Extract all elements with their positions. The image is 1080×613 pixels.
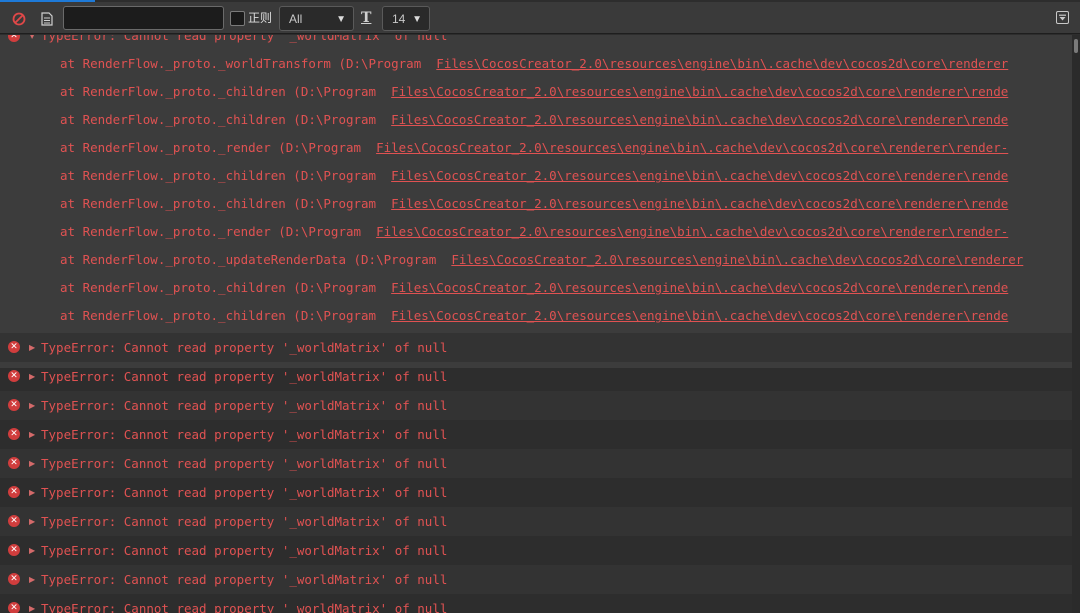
error-message: TypeError: Cannot read property '_worldM… — [41, 456, 448, 471]
search-input[interactable] — [63, 6, 224, 30]
caret-right-icon[interactable]: ▶ — [29, 449, 35, 478]
stack-frame-text: at RenderFlow._proto._children (D:\Progr… — [60, 308, 384, 323]
console-toolbar: 正则 All ▼ T 14 ▼ — [0, 2, 1080, 34]
stack-frame-link[interactable]: Files\CocosCreator_2.0\resources\engine\… — [391, 84, 1008, 99]
stack-frame-text: at RenderFlow._proto._render (D:\Program — [60, 140, 369, 155]
expanded-error-entry[interactable]: ✕ ▼ TypeError: Cannot read property '_wo… — [0, 35, 1072, 368]
error-message: TypeError: Cannot read property '_worldM… — [41, 427, 448, 442]
stack-frame: at RenderFlow._proto._worldTransform (D:… — [60, 50, 1008, 78]
error-icon: ✕ — [8, 544, 20, 556]
stack-frame-link[interactable]: Files\CocosCreator_2.0\resources\engine\… — [391, 112, 1008, 127]
stack-frame-link[interactable]: Files\CocosCreator_2.0\resources\engine\… — [376, 224, 1008, 239]
stack-frame-link[interactable]: Files\CocosCreator_2.0\resources\engine\… — [391, 308, 1008, 323]
stack-frame: at RenderFlow._proto._updateRenderData (… — [60, 246, 1023, 274]
error-icon: ✕ — [8, 457, 20, 469]
error-entry[interactable]: ✕ ▶ TypeError: Cannot read property '_worl… — [0, 449, 1072, 478]
stack-frame-link[interactable]: Files\CocosCreator_2.0\resources\engine\… — [391, 196, 1008, 211]
stack-frame: at RenderFlow._proto._render (D:\Program… — [60, 218, 1008, 246]
error-message: TypeError: Cannot read property '_worldM… — [41, 514, 448, 529]
error-message: TypeError: Cannot read property '_worldM… — [41, 369, 448, 384]
stack-frame: at RenderFlow._proto._children (D:\Progr… — [60, 274, 1008, 302]
stack-frame: at RenderFlow._proto._children (D:\Progr… — [60, 106, 1008, 134]
caret-right-icon[interactable]: ▶ — [29, 362, 35, 391]
caret-right-icon[interactable]: ▶ — [29, 391, 35, 420]
error-entry[interactable]: ✕ ▶ TypeError: Cannot read property '_worl… — [0, 594, 1072, 613]
stack-frame-text: at RenderFlow._proto._children (D:\Progr… — [60, 280, 384, 295]
caret-right-icon[interactable]: ▶ — [29, 420, 35, 449]
stack-frame-text: at RenderFlow._proto._children (D:\Progr… — [60, 168, 384, 183]
regex-label: 正则 — [248, 11, 273, 25]
stack-frame: at RenderFlow._proto._children (D:\Progr… — [60, 78, 1008, 106]
clear-icon[interactable] — [11, 11, 27, 27]
chevron-down-icon: ▼ — [336, 14, 346, 25]
log-level-select[interactable]: All ▼ — [279, 6, 354, 31]
stack-frame-text: at RenderFlow._proto._children (D:\Progr… — [60, 196, 384, 211]
stack-frame-text: at RenderFlow._proto._render (D:\Program — [60, 224, 369, 239]
error-message: TypeError: Cannot read property '_worldM… — [41, 485, 448, 500]
error-entry[interactable]: ✕ ▶ TypeError: Cannot read property '_worl… — [0, 420, 1072, 449]
error-icon: ✕ — [8, 515, 20, 527]
error-entry[interactable]: ✕ ▶ TypeError: Cannot read property '_worl… — [0, 565, 1072, 594]
error-entry[interactable]: ✕ ▶ TypeError: Cannot read property '_worl… — [0, 333, 1072, 362]
error-message: TypeError: Cannot read property '_worldM… — [41, 35, 448, 43]
error-entry[interactable]: ✕ ▶ TypeError: Cannot read property '_worl… — [0, 391, 1072, 420]
font-size-select[interactable]: 14 ▼ — [382, 6, 430, 31]
error-icon: ✕ — [8, 341, 20, 353]
error-icon: ✕ — [8, 370, 20, 382]
stack-frame-link[interactable]: Files\CocosCreator_2.0\resources\engine\… — [391, 280, 1008, 295]
font-icon[interactable]: T — [361, 10, 371, 26]
error-entry[interactable]: ✕ ▶ TypeError: Cannot read property '_worl… — [0, 536, 1072, 565]
stack-frame-link[interactable]: Files\CocosCreator_2.0\resources\engine\… — [376, 140, 1008, 155]
collapse-icon[interactable] — [1056, 11, 1069, 24]
caret-right-icon[interactable]: ▶ — [29, 565, 35, 594]
stack-frame-link[interactable]: Files\CocosCreator_2.0\resources\engine\… — [451, 252, 1023, 267]
caret-right-icon[interactable]: ▶ — [29, 333, 35, 362]
stack-frame-link[interactable]: Files\CocosCreator_2.0\resources\engine\… — [436, 56, 1008, 71]
error-icon: ✕ — [8, 428, 20, 440]
stack-frame-text: at RenderFlow._proto._updateRenderData (… — [60, 252, 444, 267]
scrollbar-thumb[interactable] — [1074, 39, 1078, 53]
caret-right-icon[interactable]: ▶ — [29, 478, 35, 507]
error-message: TypeError: Cannot read property '_worldM… — [41, 543, 448, 558]
error-header[interactable]: ✕ ▼ TypeError: Cannot read property '_wo… — [0, 35, 1072, 50]
console-log-list[interactable]: ✕ ▼ TypeError: Cannot read property '_wo… — [0, 35, 1072, 613]
error-entry[interactable]: ✕ ▶ TypeError: Cannot read property '_worl… — [0, 362, 1072, 391]
caret-right-icon[interactable]: ▶ — [29, 536, 35, 565]
regex-checkbox[interactable] — [230, 11, 245, 26]
stack-frame-text: at RenderFlow._proto._worldTransform (D:… — [60, 56, 429, 71]
stack-frame-link[interactable]: Files\CocosCreator_2.0\resources\engine\… — [391, 168, 1008, 183]
stack-frame: at RenderFlow._proto._render (D:\Program… — [60, 134, 1008, 162]
error-message: TypeError: Cannot read property '_worldM… — [41, 340, 448, 355]
stack-frame-text: at RenderFlow._proto._children (D:\Progr… — [60, 112, 384, 127]
error-entry[interactable]: ✕ ▶ TypeError: Cannot read property '_worl… — [0, 478, 1072, 507]
log-level-value: All — [289, 11, 303, 26]
scrollbar[interactable] — [1072, 35, 1080, 613]
error-message: TypeError: Cannot read property '_worldM… — [41, 572, 448, 587]
caret-down-icon[interactable]: ▼ — [29, 35, 35, 50]
caret-right-icon[interactable]: ▶ — [29, 594, 35, 613]
error-icon: ✕ — [8, 399, 20, 411]
chevron-down-icon: ▼ — [412, 14, 422, 25]
error-icon: ✕ — [8, 486, 20, 498]
error-icon: ✕ — [8, 35, 20, 42]
font-size-value: 14 — [392, 11, 406, 26]
error-message: TypeError: Cannot read property '_worldM… — [41, 601, 448, 613]
stack-frame-text: at RenderFlow._proto._children (D:\Progr… — [60, 84, 384, 99]
stack-frame: at RenderFlow._proto._children (D:\Progr… — [60, 162, 1008, 190]
error-icon: ✕ — [8, 602, 20, 613]
document-icon[interactable] — [39, 11, 55, 27]
error-message: TypeError: Cannot read property '_worldM… — [41, 398, 448, 413]
caret-right-icon[interactable]: ▶ — [29, 507, 35, 536]
stack-frame: at RenderFlow._proto._children (D:\Progr… — [60, 190, 1008, 218]
error-entry[interactable]: ✕ ▶ TypeError: Cannot read property '_worl… — [0, 507, 1072, 536]
error-icon: ✕ — [8, 573, 20, 585]
stack-frame: at RenderFlow._proto._children (D:\Progr… — [60, 302, 1008, 330]
